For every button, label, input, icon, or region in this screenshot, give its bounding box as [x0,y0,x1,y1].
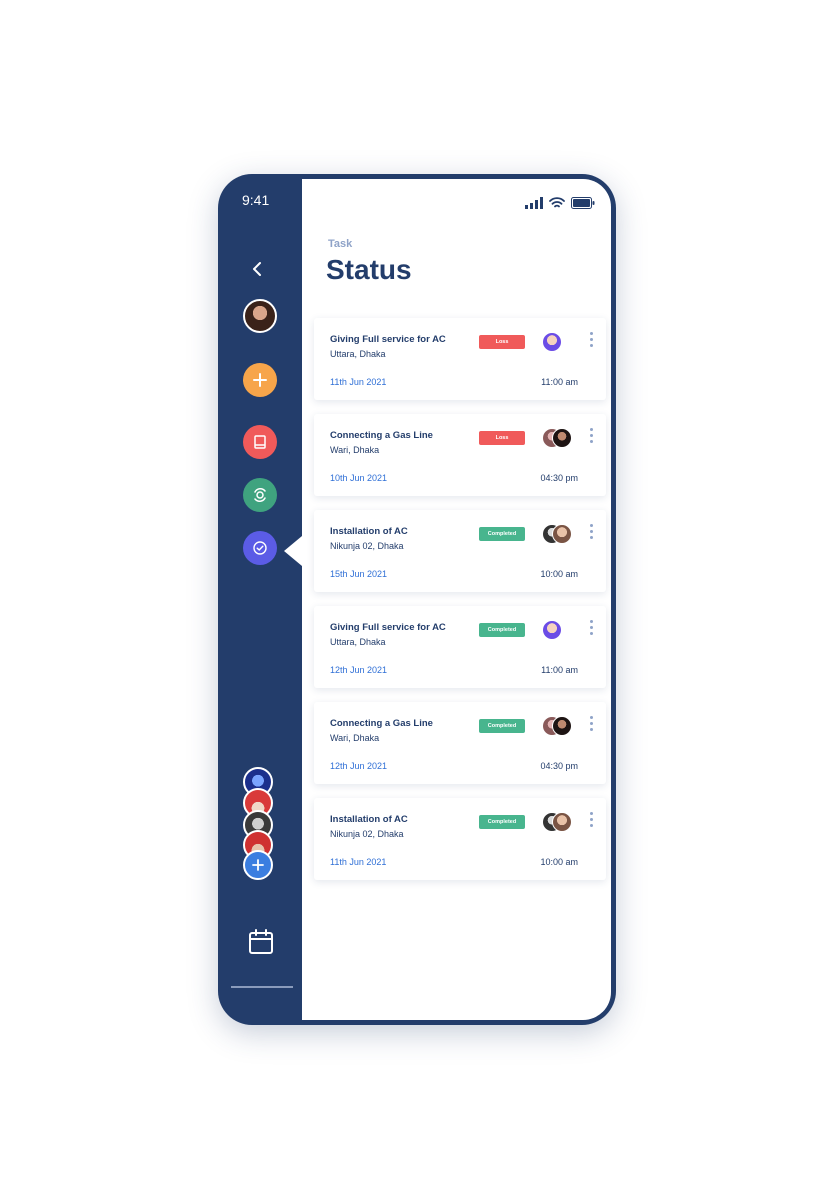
more-options-icon[interactable] [588,716,594,734]
task-date: 10th Jun 2021 [330,473,388,483]
phone-frame: 9:41 Task Status Giving Full service for… [218,174,616,1025]
status-badge: Completed [479,527,525,541]
status-time: 9:41 [242,192,270,208]
assignee-stack [542,428,582,448]
active-indicator [284,536,302,566]
status-badge: Completed [479,719,525,733]
back-icon[interactable] [248,259,268,279]
task-date: 11th Jun 2021 [330,377,387,387]
status-icons [525,197,595,209]
assignee-avatar[interactable] [552,428,572,448]
home-indicator [231,986,293,988]
task-title: Connecting a Gas Line [330,430,433,441]
task-title: Giving Full service for AC [330,622,446,633]
battery-icon [571,197,595,209]
sync-button[interactable] [243,478,277,512]
sidebar: 9:41 [218,174,302,1025]
plus-icon [252,859,264,871]
task-time: 04:30 pm [540,761,578,771]
task-title: Giving Full service for AC [330,334,446,345]
sync-icon [254,488,266,502]
task-date: 15th Jun 2021 [330,569,388,579]
task-date: 11th Jun 2021 [330,857,387,867]
task-card[interactable]: Installation of AC Nikunja 02, Dhaka Com… [314,798,606,880]
header-label: Task [328,238,353,250]
page-title: Status [326,254,412,285]
assignee-stack [542,812,582,832]
assignee-avatar[interactable] [542,620,562,640]
task-card[interactable]: Installation of AC Nikunja 02, Dhaka Com… [314,510,606,592]
assignee-avatar[interactable] [552,812,572,832]
calendar-icon[interactable] [247,928,275,956]
check-circle-icon [253,541,267,555]
task-title: Installation of AC [330,814,408,825]
task-time: 10:00 am [540,857,578,867]
plus-icon [253,373,267,387]
task-location: Wari, Dhaka [330,445,380,455]
more-options-icon[interactable] [588,332,594,350]
add-task-button[interactable] [243,363,277,397]
task-time: 11:00 am [541,665,578,675]
assignee-stack [542,332,582,352]
main-screen: Task Status Giving Full service for AC U… [302,179,611,1020]
task-location: Uttara, Dhaka [330,637,386,647]
notes-button[interactable] [243,425,277,459]
assignee-stack [542,524,582,544]
add-member-button[interactable] [243,850,273,880]
task-title: Connecting a Gas Line [330,718,433,729]
task-time: 04:30 pm [540,473,578,483]
task-card[interactable]: Giving Full service for AC Uttara, Dhaka… [314,606,606,688]
status-badge: Loss [479,431,525,445]
task-card[interactable]: Connecting a Gas Line Wari, Dhaka Loss 1… [314,414,606,496]
task-location: Nikunja 02, Dhaka [330,541,404,551]
assignee-stack [542,620,582,640]
status-badge: Loss [479,335,525,349]
task-card[interactable]: Connecting a Gas Line Wari, Dhaka Comple… [314,702,606,784]
profile-avatar[interactable] [243,299,277,333]
task-date: 12th Jun 2021 [330,665,388,675]
more-options-icon[interactable] [588,524,594,542]
more-options-icon[interactable] [588,428,594,446]
task-time: 11:00 am [541,377,578,387]
status-badge: Completed [479,623,525,637]
assignee-avatar[interactable] [552,716,572,736]
status-badge: Completed [479,815,525,829]
task-location: Nikunja 02, Dhaka [330,829,404,839]
task-location: Wari, Dhaka [330,733,380,743]
more-options-icon[interactable] [588,812,594,830]
task-date: 12th Jun 2021 [330,761,388,771]
task-location: Uttara, Dhaka [330,349,386,359]
task-card[interactable]: Giving Full service for AC Uttara, Dhaka… [314,318,606,400]
task-time: 10:00 am [540,569,578,579]
assignee-avatar[interactable] [552,524,572,544]
more-options-icon[interactable] [588,620,594,638]
signal-icon [525,197,543,209]
status-button[interactable] [243,531,277,565]
wifi-icon [549,197,565,208]
task-title: Installation of AC [330,526,408,537]
assignee-avatar[interactable] [542,332,562,352]
book-icon [254,435,266,449]
assignee-stack [542,716,582,736]
